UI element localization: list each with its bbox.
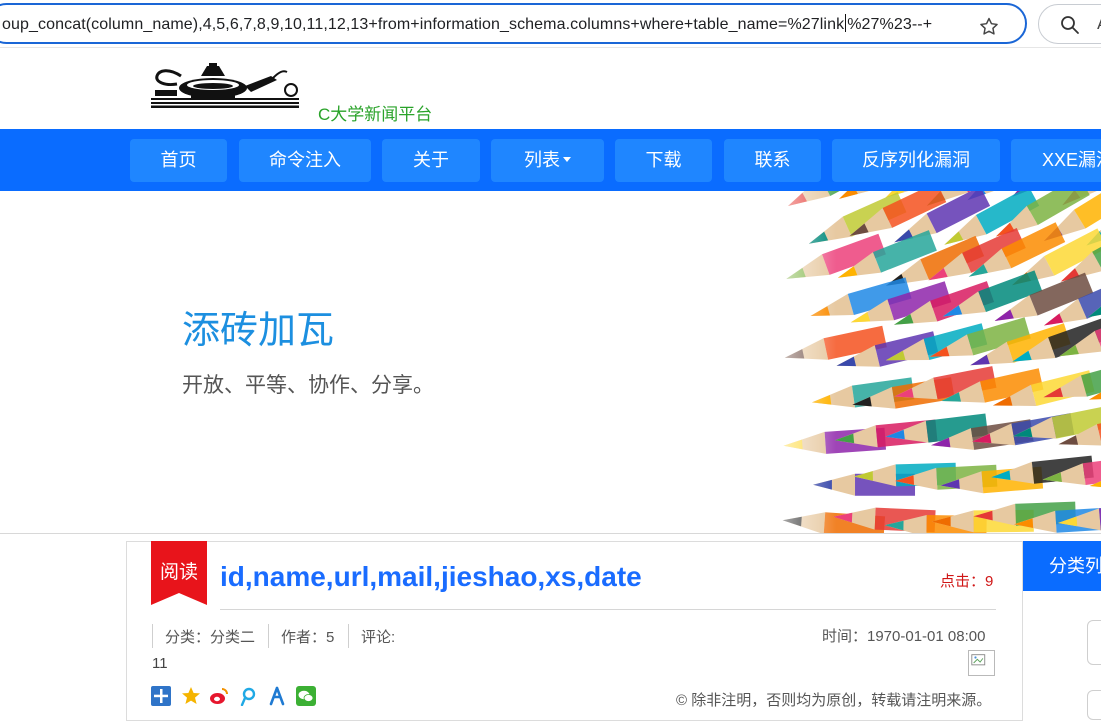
- banner-divider: [0, 533, 1101, 534]
- article-title[interactable]: id,name,url,mail,jieshao,xs,date: [220, 561, 642, 593]
- title-divider: [220, 609, 996, 610]
- click-count-label: 点击：: [940, 573, 986, 590]
- meta-divider: [152, 624, 153, 648]
- address-bar-text[interactable]: oup_concat(column_name),4,5,6,7,8,9,10,1…: [2, 14, 932, 34]
- click-count-value: 9: [985, 573, 994, 590]
- hero-title: 添砖加瓦: [182, 310, 335, 352]
- share-more-icon[interactable]: [151, 686, 171, 706]
- hero-banner: 添砖加瓦 开放、平等、协作、分享。: [0, 191, 1101, 533]
- nav-list-label: 列表: [524, 150, 560, 170]
- nav-deserialization[interactable]: 反序列化漏洞: [832, 139, 1000, 182]
- nav-xxe[interactable]: XXE漏洞: [1011, 139, 1101, 182]
- site-logo: [151, 63, 299, 108]
- site-name: C大学新闻平台: [318, 105, 433, 124]
- article-author: 作者：5: [281, 629, 335, 646]
- main-nav: 首页 命令注入 关于 列表 下载 联系 反序列化漏洞 XXE漏洞: [0, 129, 1101, 191]
- copyright-notice: © 除非注明，否则均为原创，转载请注明来源。: [676, 692, 992, 709]
- nav-about[interactable]: 关于: [382, 139, 480, 182]
- nav-download[interactable]: 下载: [615, 139, 712, 182]
- article-comment-value: 11: [152, 655, 168, 672]
- hero-subtitle: 开放、平等、协作、分享。: [182, 374, 434, 397]
- browser-toolbar: oup_concat(column_name),4,5,6,7,8,9,10,1…: [0, 0, 1101, 48]
- sidebar-widget: [1087, 690, 1101, 720]
- broken-image-icon: [968, 650, 995, 676]
- weibo-icon[interactable]: [209, 686, 229, 706]
- nav-contact[interactable]: 联系: [724, 139, 821, 182]
- meta-divider: [348, 624, 349, 648]
- article-comment-label: 评论:: [361, 629, 396, 646]
- meta-divider: [268, 624, 269, 648]
- qzone-icon[interactable]: [181, 686, 201, 706]
- renren-icon[interactable]: [267, 686, 287, 706]
- article-time: 时间：1970-01-01 08:00: [822, 628, 986, 645]
- nav-command-injection[interactable]: 命令注入: [239, 139, 371, 182]
- tencent-weibo-icon[interactable]: [239, 686, 259, 706]
- search-trail-text: A: [1097, 14, 1101, 33]
- article-category: 分类：分类二: [165, 629, 256, 646]
- wechat-icon[interactable]: [296, 686, 316, 706]
- address-bar[interactable]: oup_concat(column_name),4,5,6,7,8,9,10,1…: [0, 3, 1027, 44]
- bookmark-star-icon[interactable]: [978, 16, 1000, 38]
- click-count: 点击：9: [940, 570, 993, 591]
- search-icon: [1061, 16, 1079, 34]
- chevron-down-icon: [563, 157, 571, 162]
- url-text: oup_concat(column_name),4,5,6,7,8,9,10,1…: [2, 16, 845, 33]
- sidebar-search-box[interactable]: [1087, 620, 1101, 665]
- read-badge-label: 阅读: [159, 562, 198, 583]
- sidebar-category-heading: 分类列表: [1023, 541, 1101, 591]
- url-text-after-caret: %27%23--+: [847, 16, 933, 33]
- colored-pencils-image: [748, 191, 1101, 533]
- nav-home[interactable]: 首页: [130, 139, 227, 182]
- nav-list-dropdown[interactable]: 列表: [491, 139, 604, 182]
- toolbar-divider: [0, 47, 1101, 48]
- search-button[interactable]: A: [1038, 4, 1101, 44]
